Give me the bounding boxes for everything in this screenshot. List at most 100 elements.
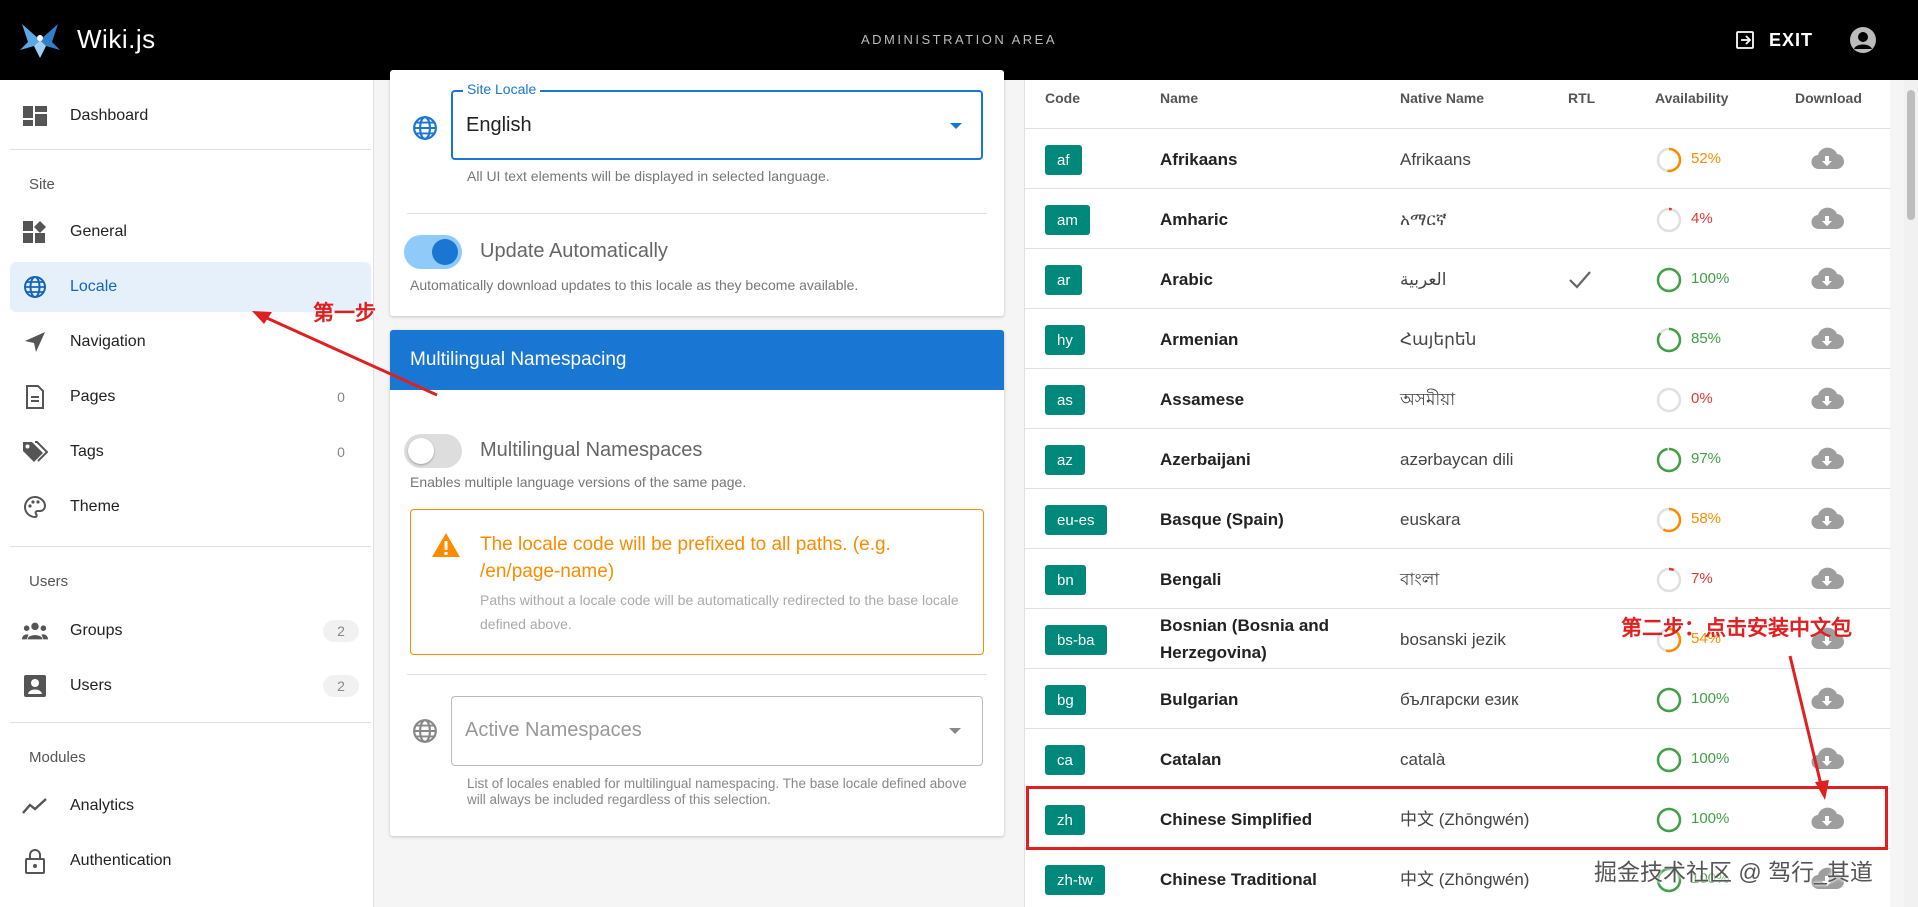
admin-sidebar: Dashboard Site General Locale Navigation… — [0, 80, 374, 907]
tags-icon — [22, 440, 48, 464]
page-icon — [22, 385, 48, 409]
locale-native-name: bosanski jezik — [1400, 630, 1506, 649]
sidebar-item-pages[interactable]: Pages 0 — [10, 372, 371, 422]
table-header-code[interactable]: Code — [1045, 90, 1080, 106]
table-header-rtl[interactable]: RTL — [1568, 90, 1595, 106]
cloud-download-icon[interactable] — [1810, 685, 1844, 713]
table-row: ar Arabic العربية 100% — [1025, 248, 1890, 308]
site-locale-select[interactable]: Site Locale English — [451, 81, 983, 160]
availability-progress-ring — [1656, 387, 1682, 413]
table-row: az Azerbaijani azərbaycan dili 97% — [1025, 428, 1890, 488]
cloud-download-icon[interactable] — [1810, 325, 1844, 353]
multilingual-namespaces-label: Multilingual Namespaces — [480, 439, 703, 461]
table-row: hy Armenian Հայերեն 85% — [1025, 308, 1890, 368]
card-header-title: Multilingual Namespacing — [410, 349, 627, 370]
availability-progress-ring — [1656, 507, 1682, 533]
active-namespaces-placeholder: Active Namespaces — [465, 719, 642, 741]
locale-native-name: Afrikaans — [1400, 150, 1471, 169]
availability-percent: 100% — [1691, 690, 1730, 707]
account-icon[interactable] — [1849, 26, 1877, 54]
sidebar-item-label: Pages — [70, 388, 116, 405]
availability-progress-ring — [1656, 447, 1682, 473]
sidebar-item-groups[interactable]: Groups 2 — [10, 606, 371, 656]
locale-native-name: български език — [1400, 690, 1519, 709]
locale-native-name: 中文 (Zhōngwén) — [1400, 870, 1530, 889]
chinese-simplified-highlight-box — [1026, 786, 1888, 850]
cloud-download-icon[interactable] — [1810, 745, 1844, 773]
locale-code-badge: bn — [1045, 565, 1086, 595]
exit-button[interactable]: EXIT — [1735, 24, 1813, 56]
cloud-download-icon[interactable] — [1810, 505, 1844, 533]
availability-progress-ring — [1656, 147, 1682, 173]
tags-count-badge: 0 — [337, 444, 345, 460]
table-row: eu-es Basque (Spain) euskara 58% — [1025, 488, 1890, 548]
cloud-download-icon[interactable] — [1810, 565, 1844, 593]
sidebar-item-tags[interactable]: Tags 0 — [10, 427, 371, 477]
chevron-down-icon — [949, 728, 961, 734]
locale-code-badge: eu-es — [1045, 505, 1107, 535]
availability-percent: 97% — [1691, 450, 1722, 467]
page-scrollbar[interactable] — [1904, 80, 1918, 907]
locale-native-name: العربية — [1400, 270, 1447, 289]
sidebar-item-general[interactable]: General — [10, 207, 371, 257]
table-header-availability[interactable]: Availability — [1655, 90, 1728, 106]
availability-progress-ring — [1656, 327, 1682, 353]
globe-icon — [413, 116, 437, 140]
availability-progress-ring — [1656, 567, 1682, 593]
update-automatically-toggle[interactable] — [404, 235, 462, 269]
availability-percent: 58% — [1691, 510, 1722, 527]
table-header-download[interactable]: Download — [1795, 90, 1862, 106]
table-row: af Afrikaans Afrikaans 52% — [1025, 128, 1890, 188]
wiki-logo-icon[interactable] — [18, 20, 62, 60]
sidebar-divider — [10, 722, 371, 723]
locale-code-badge: bg — [1045, 685, 1086, 715]
locale-name: Arabic — [1160, 270, 1213, 289]
table-header-native-name[interactable]: Native Name — [1400, 90, 1484, 106]
locale-native-name: বাংলা — [1400, 570, 1440, 589]
multilingual-namespacing-card: Multilingual Namespacing Multilingual Na… — [390, 330, 1004, 836]
app-title[interactable]: Wiki.js — [77, 24, 156, 55]
card-divider — [407, 674, 987, 675]
locale-name: Basque (Spain) — [1160, 510, 1284, 529]
toggle-knob — [408, 438, 434, 464]
locale-table: Code Name Native Name RTL Availability D… — [1024, 80, 1890, 907]
general-icon — [22, 220, 48, 244]
globe-icon — [413, 719, 437, 743]
exit-icon — [1736, 31, 1754, 49]
locale-native-name: অসমীয়া — [1400, 390, 1456, 409]
table-header-name[interactable]: Name — [1160, 90, 1198, 106]
sidebar-item-authentication[interactable]: Authentication — [10, 836, 371, 886]
locale-prefix-alert: The locale code will be prefixed to all … — [410, 509, 984, 655]
cloud-download-icon[interactable] — [1810, 385, 1844, 413]
active-namespaces-select[interactable]: Active Namespaces — [451, 696, 983, 766]
sidebar-item-dashboard[interactable]: Dashboard — [10, 91, 371, 141]
cloud-download-icon[interactable] — [1810, 205, 1844, 233]
card-divider — [407, 213, 987, 214]
cloud-download-icon[interactable] — [1810, 445, 1844, 473]
top-app-bar: Wiki.js ADMINISTRATION AREA EXIT — [0, 0, 1918, 80]
sidebar-item-label: Groups — [70, 622, 123, 639]
locale-code-badge: az — [1045, 445, 1085, 475]
users-count-badge: 2 — [323, 675, 359, 697]
sidebar-item-analytics[interactable]: Analytics — [10, 781, 371, 831]
annotation-step1: 第一步 — [313, 302, 376, 325]
locale-code-badge: bs-ba — [1045, 625, 1107, 655]
locale-name: Assamese — [1160, 390, 1245, 409]
locale-native-name: azərbaycan dili — [1400, 450, 1514, 469]
locale-name: Bosnian (Bosnia and Herzegovina) — [1160, 616, 1330, 662]
availability-percent: 52% — [1691, 150, 1722, 167]
locale-code-badge: hy — [1045, 325, 1085, 355]
multilingual-namespaces-toggle[interactable] — [404, 434, 462, 468]
sidebar-item-users[interactable]: Users 2 — [10, 661, 371, 711]
sidebar-item-theme[interactable]: Theme — [10, 482, 371, 532]
alert-body: Paths without a locale code will be auto… — [480, 592, 959, 632]
sidebar-item-label: Navigation — [70, 333, 146, 350]
locale-name: Armenian — [1160, 330, 1239, 349]
sidebar-item-label: General — [70, 223, 127, 240]
locale-name: Azerbaijani — [1160, 450, 1251, 469]
scrollbar-thumb[interactable] — [1907, 90, 1915, 220]
user-card-icon — [22, 674, 48, 698]
exit-label: EXIT — [1769, 29, 1814, 50]
cloud-download-icon[interactable] — [1810, 265, 1844, 293]
cloud-download-icon[interactable] — [1810, 145, 1844, 173]
